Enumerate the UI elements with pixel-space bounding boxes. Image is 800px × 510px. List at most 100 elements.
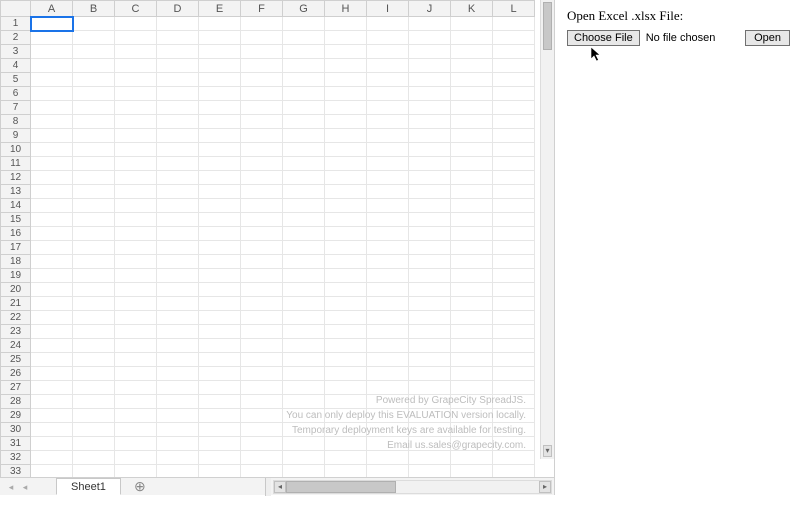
cell[interactable]: [199, 269, 241, 283]
cell[interactable]: [409, 31, 451, 45]
cell[interactable]: [199, 283, 241, 297]
cell[interactable]: [451, 325, 493, 339]
cell[interactable]: [493, 143, 535, 157]
tab-splitter[interactable]: [265, 478, 271, 496]
cell[interactable]: [325, 381, 367, 395]
cell[interactable]: [409, 283, 451, 297]
row-header[interactable]: 29: [1, 409, 31, 423]
cell[interactable]: [493, 115, 535, 129]
cell[interactable]: [157, 311, 199, 325]
cell[interactable]: [283, 297, 325, 311]
cell[interactable]: [199, 185, 241, 199]
cell[interactable]: [73, 367, 115, 381]
cell[interactable]: [451, 157, 493, 171]
cell[interactable]: [367, 325, 409, 339]
cell[interactable]: [199, 87, 241, 101]
cell[interactable]: [325, 171, 367, 185]
cell[interactable]: [157, 115, 199, 129]
cell[interactable]: [241, 199, 283, 213]
cell[interactable]: [73, 87, 115, 101]
cell[interactable]: [73, 227, 115, 241]
cell[interactable]: [367, 171, 409, 185]
cell[interactable]: [115, 199, 157, 213]
cell[interactable]: [241, 451, 283, 465]
cell[interactable]: [283, 143, 325, 157]
cell[interactable]: [31, 297, 73, 311]
cell[interactable]: [241, 465, 283, 478]
cell[interactable]: [283, 353, 325, 367]
cell[interactable]: [157, 227, 199, 241]
cell[interactable]: [199, 465, 241, 478]
cell[interactable]: [325, 451, 367, 465]
cell[interactable]: [31, 59, 73, 73]
cell[interactable]: [409, 171, 451, 185]
cell[interactable]: [157, 171, 199, 185]
cell[interactable]: [367, 143, 409, 157]
cell[interactable]: [73, 353, 115, 367]
cell[interactable]: [283, 283, 325, 297]
cell[interactable]: [199, 101, 241, 115]
cell[interactable]: [157, 241, 199, 255]
cell[interactable]: [283, 31, 325, 45]
cell[interactable]: [325, 59, 367, 73]
cell[interactable]: [241, 129, 283, 143]
spreadsheet-grid[interactable]: ABCDEFGHIJKL1234567891011121314151617181…: [0, 0, 535, 477]
cell[interactable]: [73, 171, 115, 185]
cell[interactable]: [199, 367, 241, 381]
cell[interactable]: [31, 31, 73, 45]
cell[interactable]: [241, 87, 283, 101]
cell[interactable]: [367, 101, 409, 115]
cell[interactable]: [115, 17, 157, 31]
cell[interactable]: [73, 17, 115, 31]
cell[interactable]: [283, 115, 325, 129]
cell[interactable]: [493, 269, 535, 283]
cell[interactable]: [493, 171, 535, 185]
cell[interactable]: [325, 87, 367, 101]
cell[interactable]: [451, 283, 493, 297]
column-header[interactable]: C: [115, 1, 157, 17]
cell[interactable]: [283, 45, 325, 59]
cell[interactable]: [367, 381, 409, 395]
cell[interactable]: [493, 423, 535, 437]
cell[interactable]: [157, 199, 199, 213]
cell[interactable]: [409, 339, 451, 353]
cell[interactable]: [451, 213, 493, 227]
cell[interactable]: [367, 283, 409, 297]
cell[interactable]: [451, 45, 493, 59]
cell[interactable]: [73, 129, 115, 143]
cell[interactable]: [241, 297, 283, 311]
cell[interactable]: [115, 59, 157, 73]
cell[interactable]: [367, 87, 409, 101]
cell[interactable]: [199, 339, 241, 353]
cell[interactable]: [31, 129, 73, 143]
cell[interactable]: [367, 339, 409, 353]
cell[interactable]: [73, 31, 115, 45]
cell[interactable]: [493, 451, 535, 465]
scroll-left-arrow-icon[interactable]: ◂: [274, 481, 286, 493]
cell[interactable]: [367, 311, 409, 325]
column-header[interactable]: A: [31, 1, 73, 17]
cell[interactable]: [157, 353, 199, 367]
cell[interactable]: [451, 353, 493, 367]
cell[interactable]: [451, 409, 493, 423]
cell[interactable]: [451, 17, 493, 31]
cell[interactable]: [367, 227, 409, 241]
cell[interactable]: [493, 87, 535, 101]
cell[interactable]: [451, 143, 493, 157]
cell[interactable]: [199, 45, 241, 59]
row-header[interactable]: 28: [1, 395, 31, 409]
cell[interactable]: [325, 311, 367, 325]
cell[interactable]: [283, 255, 325, 269]
cell[interactable]: [367, 395, 409, 409]
cell[interactable]: [241, 283, 283, 297]
cell[interactable]: [241, 353, 283, 367]
row-header[interactable]: 32: [1, 451, 31, 465]
cell[interactable]: [283, 59, 325, 73]
cell[interactable]: [199, 73, 241, 87]
cell[interactable]: [157, 73, 199, 87]
cell[interactable]: [73, 59, 115, 73]
cell[interactable]: [367, 59, 409, 73]
cell[interactable]: [451, 395, 493, 409]
cell[interactable]: [493, 213, 535, 227]
cell[interactable]: [199, 115, 241, 129]
